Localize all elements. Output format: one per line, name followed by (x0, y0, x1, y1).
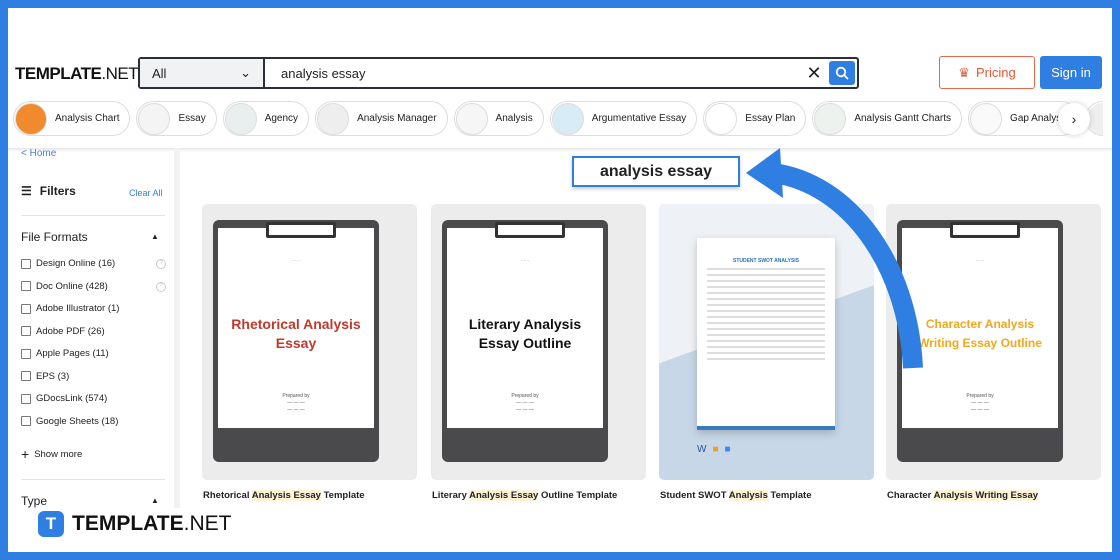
checkbox[interactable] (21, 348, 31, 359)
clip (266, 222, 336, 238)
search-button[interactable] (829, 61, 855, 85)
search-callout: analysis essay (572, 156, 740, 187)
file-formats-heading[interactable]: File Formats (21, 230, 88, 244)
collapse-icon[interactable]: ▲ (151, 232, 159, 241)
chip[interactable]: Analysis (453, 101, 544, 136)
format-checkbox[interactable]: EPS (3) (21, 371, 69, 382)
format-checkbox[interactable]: Doc Online (428) (21, 281, 108, 292)
page: TEMPLATE.NET All ⌄ analysis essay ✕ ♛ Pric… (8, 8, 1112, 552)
chip-thumbnail (970, 102, 1003, 135)
chip[interactable]: Analysis Chart (13, 101, 131, 136)
format-checkbox[interactable]: Apple Pages (11) (21, 348, 109, 359)
chevron-down-icon: ⌄ (240, 65, 251, 80)
checkbox[interactable] (21, 326, 31, 336)
chip[interactable]: Agency (222, 101, 310, 136)
document-preview: · · · Literary Analysis Essay Outline Prep… (447, 222, 603, 428)
divider (21, 215, 165, 216)
chip[interactable]: Argumentative Essay (549, 101, 698, 136)
checkbox[interactable] (21, 303, 31, 314)
checkbox[interactable] (21, 258, 31, 269)
chip[interactable]: Analysis Gantt Charts (812, 101, 963, 136)
divider (21, 479, 165, 480)
checkbox[interactable] (21, 371, 31, 381)
clip (950, 222, 1020, 238)
template-card[interactable]: · · · Rhetorical Analysis Essay Prepared b… (202, 204, 417, 480)
format-checkbox[interactable]: Google Sheets (18) (21, 416, 118, 427)
chip-thumbnail (705, 102, 738, 135)
template-title[interactable]: Character Analysis Writing Essay (887, 490, 1039, 501)
checkbox[interactable] (21, 281, 31, 291)
collapse-icon[interactable]: ▲ (151, 496, 159, 505)
clear-all-link[interactable]: Clear All (129, 188, 163, 198)
format-icons: W ■ ■ (697, 444, 731, 455)
show-more-button[interactable]: + Show more (21, 446, 82, 462)
template-title[interactable]: Rhetorical Analysis Essay Template (203, 490, 365, 501)
template-card[interactable]: · · · Literary Analysis Essay Outline Prep… (431, 204, 646, 480)
clipboard: · · · Literary Analysis Essay Outline Prep… (442, 220, 608, 462)
chip-thumbnail (317, 102, 350, 135)
word-icon: W (697, 444, 707, 455)
home-link[interactable]: < Home (21, 148, 56, 159)
chevron-right-icon[interactable]: › (1058, 103, 1090, 135)
crown-icon: ♛ (958, 64, 970, 80)
search-input[interactable]: analysis essay (265, 59, 801, 87)
format-checkbox[interactable]: Adobe Illustrator (1) (21, 303, 119, 314)
checkbox[interactable] (21, 416, 31, 426)
document-preview: · · · Rhetorical Analysis Essay Prepared b… (218, 222, 374, 428)
format-checkbox[interactable]: Adobe PDF (26) (21, 326, 105, 337)
chip[interactable]: Analysis Manager (315, 101, 448, 136)
template-title[interactable]: Literary Analysis Essay Outline Template (432, 490, 617, 501)
category-select[interactable]: All ⌄ (140, 59, 265, 87)
filters-heading: ☰ Filters (21, 184, 76, 198)
chip-thumbnail (814, 102, 847, 135)
pricing-button[interactable]: ♛ Pricing (939, 56, 1035, 89)
clear-search-icon[interactable]: ✕ (801, 59, 827, 87)
site-logo[interactable]: TEMPLATE.NET (15, 64, 139, 84)
info-icon[interactable]: ? (156, 281, 166, 292)
chip-thumbnail (551, 102, 584, 135)
filter-icon: ☰ (21, 184, 32, 198)
sign-in-button[interactable]: Sign in (1040, 56, 1102, 89)
template-logo-icon: T (38, 511, 64, 537)
type-heading[interactable]: Type (21, 494, 47, 508)
chip[interactable]: Essay (136, 101, 217, 136)
arrow-annotation (746, 148, 923, 369)
clip (495, 222, 565, 238)
info-icon[interactable]: ? (156, 259, 166, 269)
plus-icon: + (21, 446, 30, 462)
chip[interactable]: Essay Plan (703, 101, 807, 136)
filter-sidebar: < Home ☰ Filters Clear All File Formats ▲… (8, 148, 180, 508)
format-checkbox[interactable]: Design Online (16) (21, 258, 115, 269)
docs-icon: ■ (724, 444, 731, 455)
clipboard: · · · Rhetorical Analysis Essay Prepared b… (213, 220, 379, 462)
related-chips: Analysis Chart Essay Agency Analysis Manage… (13, 101, 1103, 137)
pages-icon: ■ (712, 444, 719, 455)
chip-thumbnail (224, 102, 257, 135)
chip-thumbnail (15, 102, 47, 135)
search-bar: All ⌄ analysis essay ✕ (138, 57, 859, 89)
search-icon (835, 66, 849, 80)
format-checkbox[interactable]: GDocsLink (574) (21, 393, 107, 404)
chip-thumbnail (138, 102, 171, 135)
checkbox[interactable] (21, 393, 31, 404)
template-title[interactable]: Student SWOT Analysis Template (660, 490, 812, 501)
footer-logo: T TEMPLATE.NET (38, 511, 231, 537)
chip-thumbnail (455, 102, 488, 135)
